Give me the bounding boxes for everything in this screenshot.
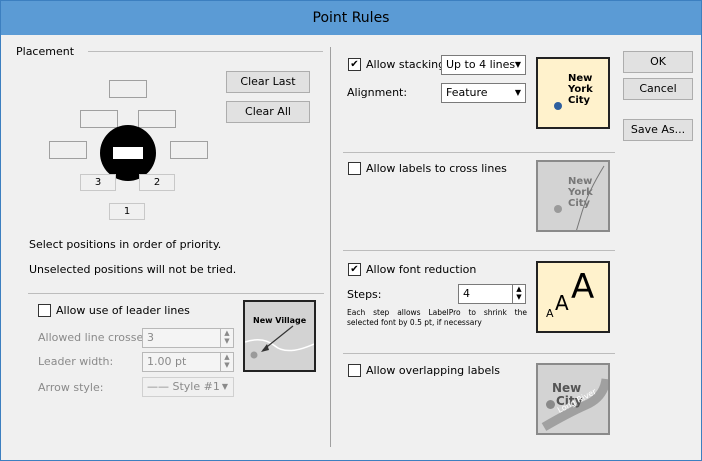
position-upper-left[interactable] xyxy=(80,110,118,128)
overlap-preview-image: New City Long River xyxy=(536,363,610,435)
position-right[interactable] xyxy=(170,141,208,159)
chevron-down-icon: ▼ xyxy=(221,382,228,391)
column-divider xyxy=(330,47,331,447)
steps-stepper[interactable]: 4 ▲ ▼ xyxy=(458,284,526,304)
chevron-down-icon: ▼ xyxy=(514,88,521,97)
cross-lines-checkbox[interactable] xyxy=(348,162,361,175)
leader-width-stepper[interactable]: 1.00 pt ▲ ▼ xyxy=(142,352,234,372)
dialog-client: Placement 3 2 1 Clear Last Clear All Sel… xyxy=(8,35,694,454)
cross-lines-label[interactable]: Allow labels to cross lines xyxy=(366,162,507,175)
preview-line-city: City xyxy=(568,95,591,106)
steps-label: Steps: xyxy=(347,288,382,301)
leader-lines-checkbox[interactable] xyxy=(38,304,51,317)
chevron-down-icon: ▼ xyxy=(514,60,521,69)
preview-line-city: City xyxy=(568,198,591,209)
clear-all-button[interactable]: Clear All xyxy=(226,101,310,123)
position-left[interactable] xyxy=(49,141,87,159)
alignment-select[interactable]: Feature ▼ xyxy=(441,83,526,103)
instructions-text-1: Select positions in order of priority. xyxy=(29,238,222,251)
stacking-preview-image: New York City xyxy=(536,57,610,129)
stepper-arrows-icon[interactable]: ▲ ▼ xyxy=(220,329,233,347)
stepper-arrows-icon[interactable]: ▲ ▼ xyxy=(512,285,525,303)
font-reduction-description: Each step allows LabelPro to shrink the … xyxy=(347,308,527,327)
stepper-arrows-icon[interactable]: ▲ ▼ xyxy=(220,353,233,371)
point-dot-icon xyxy=(554,102,562,110)
leader-width-label: Leader width: xyxy=(38,355,114,368)
point-dot-icon xyxy=(546,400,555,409)
position-top[interactable] xyxy=(109,80,147,98)
arrow-style-label: Arrow style: xyxy=(38,381,104,394)
position-bottom[interactable]: 1 xyxy=(109,203,145,220)
overlap-label[interactable]: Allow overlapping labels xyxy=(366,364,500,377)
preview-line-new: New xyxy=(568,73,593,84)
separator-1 xyxy=(343,152,615,153)
preview-letter-small: A xyxy=(546,307,554,320)
title-bar: Point Rules xyxy=(1,1,701,35)
window-title: Point Rules xyxy=(312,10,390,26)
cancel-button[interactable]: Cancel xyxy=(623,78,693,100)
preview-line-new: New xyxy=(552,381,582,395)
preview-line-york: York xyxy=(568,84,593,95)
position-upper-right[interactable] xyxy=(138,110,176,128)
leader-preview-text: New Village xyxy=(253,316,307,325)
clear-last-button[interactable]: Clear Last xyxy=(226,71,310,93)
point-symbol-icon xyxy=(100,125,156,181)
leader-preview-graphic xyxy=(245,325,314,359)
font-reduction-preview-image: A A A xyxy=(536,261,610,333)
font-reduction-checkbox[interactable]: ✔ xyxy=(348,263,361,276)
leader-lines-label[interactable]: Allow use of leader lines xyxy=(56,304,190,317)
position-lower-left[interactable]: 3 xyxy=(80,174,116,191)
ok-button[interactable]: OK xyxy=(623,51,693,73)
arrow-style-select[interactable]: —— Style #1 ▼ xyxy=(142,377,234,397)
leader-preview-image: New Village xyxy=(243,300,316,372)
preview-letter-medium: A xyxy=(555,291,569,315)
placement-group-title: Placement xyxy=(16,45,75,58)
position-lower-right[interactable]: 2 xyxy=(139,174,175,191)
line-crosses-stepper[interactable]: 3 ▲ ▼ xyxy=(142,328,234,348)
separator-3 xyxy=(343,353,615,354)
stacking-lines-select[interactable]: Up to 4 lines ▼ xyxy=(441,55,526,75)
line-crosses-label: Allowed line crosses: xyxy=(38,331,153,344)
point-dot-icon xyxy=(554,205,562,213)
preview-line-york: York xyxy=(568,187,593,198)
instructions-text-2: Unselected positions will not be tried. xyxy=(29,263,237,276)
allow-stacking-checkbox[interactable]: ✔ xyxy=(348,58,361,71)
preview-line-new: New xyxy=(568,176,593,187)
alignment-label: Alignment: xyxy=(347,86,408,99)
allow-stacking-label[interactable]: Allow stacking xyxy=(366,58,445,71)
point-rules-dialog: Point Rules Placement 3 2 1 Clear Last C… xyxy=(0,0,702,461)
save-as-button[interactable]: Save As... xyxy=(623,119,693,141)
preview-letter-large: A xyxy=(571,267,595,307)
cross-lines-preview-image: New York City xyxy=(536,160,610,232)
font-reduction-label[interactable]: Allow font reduction xyxy=(366,263,476,276)
overlap-checkbox[interactable] xyxy=(348,364,361,377)
leader-separator xyxy=(28,293,324,294)
separator-2 xyxy=(343,250,615,251)
